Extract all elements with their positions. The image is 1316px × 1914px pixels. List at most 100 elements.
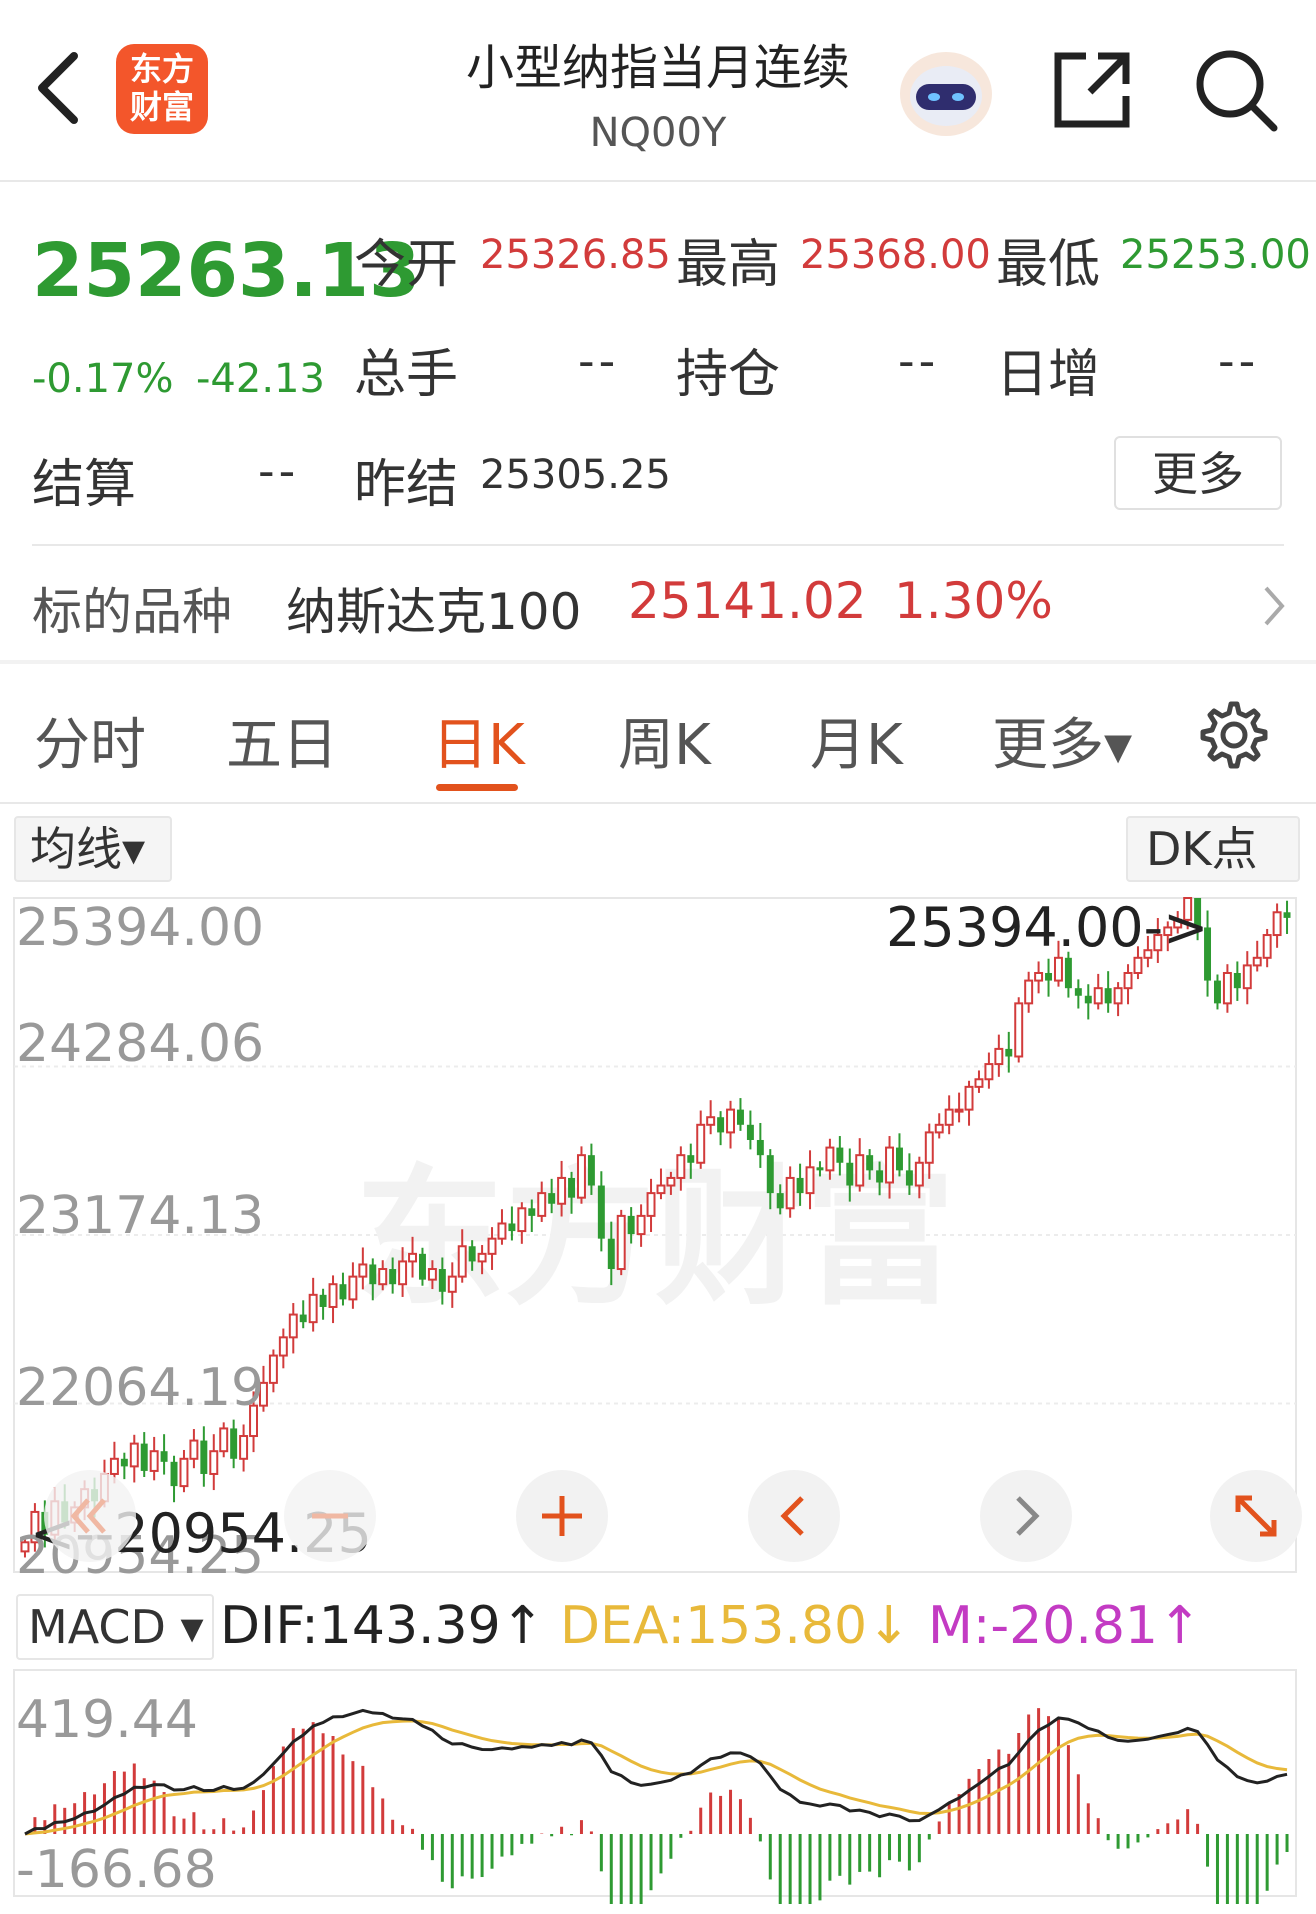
change-amount: -42.13 (196, 356, 325, 402)
scroll-far-left-button[interactable] (44, 1470, 136, 1562)
candle (576, 1146, 586, 1204)
macd-y-tick-label: -166.68 (16, 1840, 217, 1900)
candle (1084, 984, 1092, 1020)
assistant-avatar[interactable] (896, 48, 996, 138)
candle (1014, 997, 1024, 1063)
open-value: 25326.85 (480, 232, 671, 278)
section-gap (0, 660, 1316, 664)
zoom-out-button[interactable] (284, 1470, 376, 1562)
tab-more[interactable]: 更多▾ (992, 700, 1132, 781)
search-button[interactable] (1192, 44, 1282, 134)
candle (308, 1277, 318, 1332)
low-label: 最低 (996, 235, 1101, 295)
high-value: 25368.00 (800, 232, 991, 278)
candle (717, 1111, 725, 1146)
candle (1213, 974, 1221, 1010)
candle (278, 1328, 288, 1369)
open-label: 今开 (354, 235, 459, 295)
double-chevron-left-icon (70, 1498, 106, 1534)
share-button[interactable] (1050, 48, 1134, 132)
underlying-row[interactable]: 标的品种 纳斯达克100 25141.02 1.30% (0, 556, 1316, 654)
tab-weekly-k[interactable]: 周K (618, 700, 711, 781)
candle (1093, 973, 1103, 1010)
candle (239, 1424, 249, 1472)
ma-selector-label: 均线▾ (30, 822, 146, 876)
high-label: 最高 (676, 235, 781, 295)
candle (268, 1349, 278, 1393)
candle (895, 1133, 903, 1177)
candle (140, 1432, 148, 1478)
scroll-left-button[interactable] (748, 1470, 840, 1562)
y-tick-label: 22064.19 (16, 1358, 265, 1418)
candle (1262, 928, 1272, 968)
tab-five-day[interactable]: 五日 (226, 700, 338, 781)
candle (1123, 964, 1133, 1005)
max-price-marker: 25394.00-> (886, 896, 1209, 959)
tab-monthly-k[interactable]: 月K (810, 700, 903, 781)
candle (1252, 940, 1262, 972)
candle (746, 1110, 754, 1150)
volume-value: -- (578, 334, 620, 388)
prev-settle-label: 昨结 (354, 455, 459, 515)
settle-value: -- (258, 444, 300, 498)
candle (944, 1095, 954, 1135)
dk-point-button[interactable]: DK点 (1126, 816, 1300, 882)
chart-settings-button[interactable] (1194, 698, 1268, 772)
ma-selector[interactable]: 均线▾ (14, 816, 172, 882)
candle (1113, 982, 1123, 1017)
tab-daily-k[interactable]: 日K (432, 700, 525, 781)
candle (974, 1070, 984, 1093)
candle (855, 1138, 865, 1192)
scroll-right-button[interactable] (980, 1470, 1072, 1562)
tab-intraday[interactable]: 分时 (34, 700, 146, 781)
search-icon (1196, 50, 1278, 132)
candle (339, 1272, 347, 1306)
candle (726, 1100, 736, 1149)
active-tab-indicator (436, 784, 518, 791)
candle (994, 1034, 1004, 1077)
candle (1045, 958, 1053, 997)
candle (219, 1422, 229, 1458)
candle (1233, 961, 1241, 1001)
candle (1222, 964, 1232, 1013)
candle (1104, 971, 1112, 1013)
candle (964, 1080, 974, 1126)
candle (954, 1092, 964, 1123)
dk-point-label: DK点 (1146, 822, 1258, 876)
minus-icon (312, 1513, 348, 1519)
candle (299, 1300, 307, 1329)
dea-line (24, 1719, 1288, 1836)
fullscreen-button[interactable] (1210, 1470, 1302, 1562)
candle (934, 1113, 944, 1139)
low-value: 25253.00 (1120, 232, 1311, 278)
change-percent: -0.17% (32, 356, 174, 402)
volume-label: 总手 (354, 345, 459, 405)
chevron-left-icon (780, 1496, 804, 1536)
candle (1074, 979, 1082, 1009)
position-label: 持仓 (676, 345, 781, 405)
dif-value: DIF:143.39↑ (220, 1596, 545, 1656)
dea-value: DEA:153.80↓ (560, 1596, 911, 1656)
y-tick-label: 24284.06 (16, 1014, 265, 1074)
indicator-selector[interactable]: MACD ▾ (16, 1594, 214, 1660)
gear-icon (1200, 701, 1268, 769)
settle-label: 结算 (32, 455, 137, 515)
share-icon (1054, 52, 1130, 128)
position-value: -- (898, 334, 940, 388)
underlying-pct: 1.30% (894, 572, 1053, 630)
chevron-right-icon (1016, 1496, 1040, 1536)
zoom-in-button[interactable] (516, 1470, 608, 1562)
candle (319, 1288, 327, 1320)
candle (160, 1434, 168, 1475)
more-quote-button[interactable]: 更多 (1114, 436, 1282, 510)
candle (1034, 961, 1044, 994)
candle (328, 1275, 338, 1324)
candle (189, 1429, 199, 1469)
candle (1283, 900, 1291, 934)
y-tick-label: 23174.13 (16, 1186, 265, 1246)
candle (616, 1209, 626, 1276)
quote-divider (32, 544, 1284, 546)
candle (696, 1110, 706, 1169)
y-tick-label: 25394.00 (16, 898, 265, 958)
candle (200, 1426, 208, 1487)
